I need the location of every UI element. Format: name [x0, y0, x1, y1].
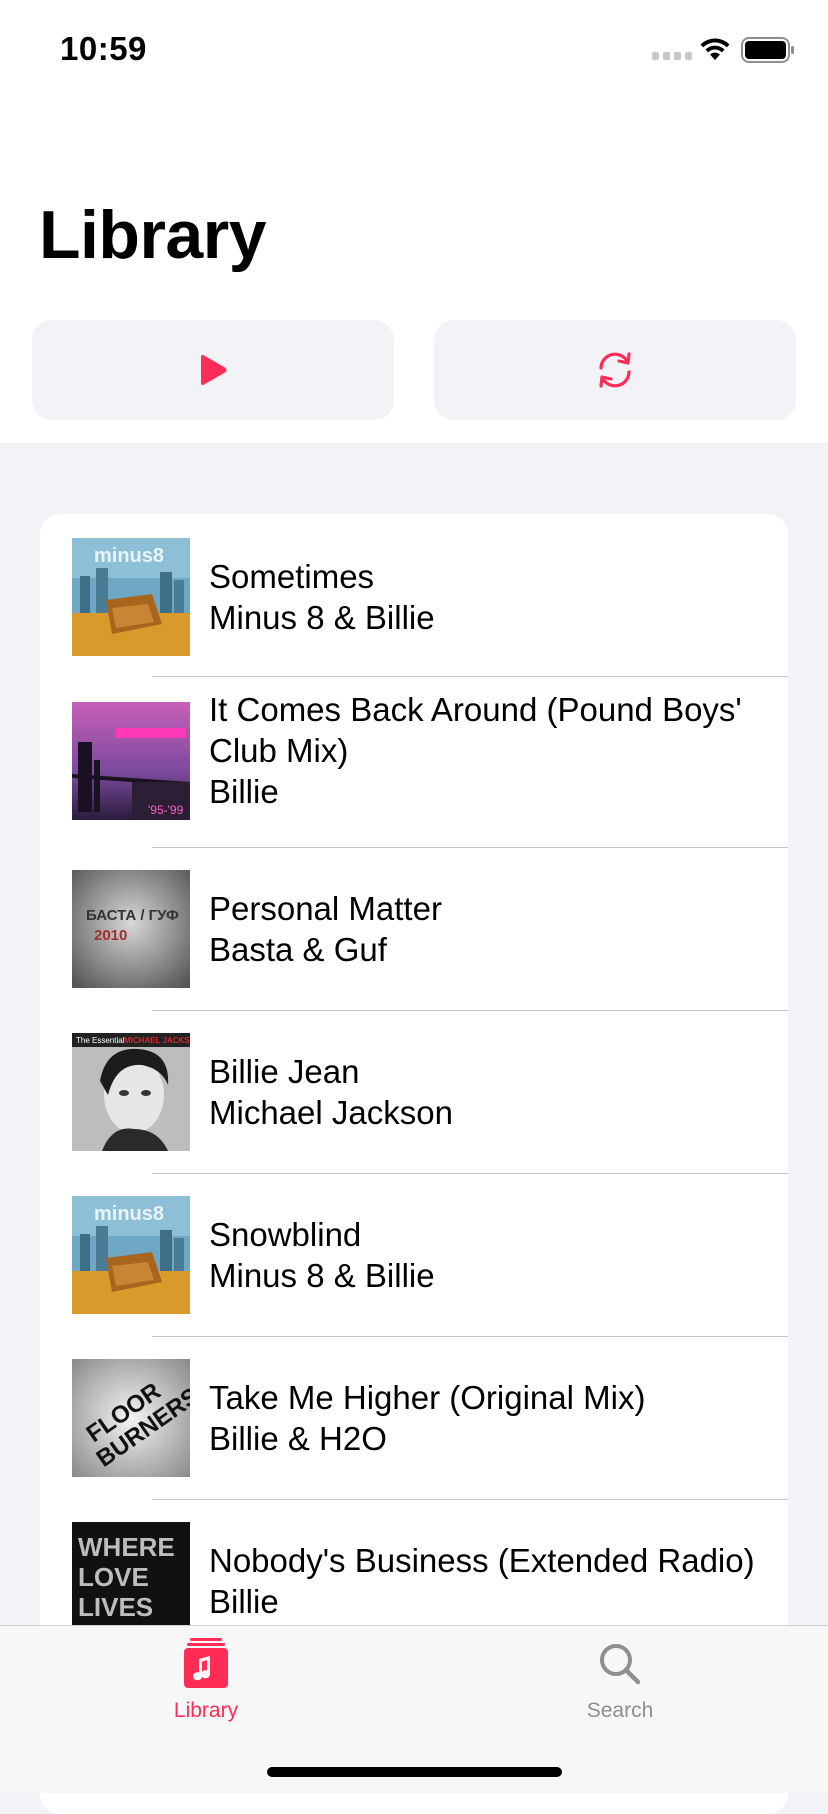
- play-all-button[interactable]: [32, 320, 394, 420]
- album-artwork: minus8: [72, 1196, 190, 1314]
- album-artwork: БАСТА / ГУФ 2010: [72, 870, 190, 988]
- album-artwork: The Essential MICHAEL JACKSON: [72, 1033, 190, 1151]
- svg-text:'95-'99: '95-'99: [148, 803, 184, 817]
- sync-button[interactable]: [434, 320, 796, 420]
- song-row[interactable]: minus8 Snowblind Minus 8 & Billie: [40, 1174, 788, 1337]
- battery-icon: [741, 37, 794, 63]
- svg-text:LIVES: LIVES: [78, 1592, 153, 1622]
- song-artist: Basta & Guf: [209, 931, 387, 968]
- music-library-icon: [184, 1638, 228, 1688]
- svg-text:2010: 2010: [94, 927, 127, 944]
- song-artist: Billie: [209, 773, 279, 810]
- album-artwork: minus8: [72, 538, 190, 656]
- song-list: minus8 Sometimes Minus 8 & Billie '95-'9…: [40, 514, 788, 1814]
- song-row[interactable]: FLOOR BURNERS Take Me Higher (Original M…: [40, 1337, 788, 1500]
- song-title: Nobody's Business (Extended Radio): [209, 1542, 755, 1579]
- tab-library[interactable]: Library: [106, 1638, 306, 1723]
- cellular-signal-icon: [652, 52, 692, 60]
- song-title: It Comes Back Around (Pound Boys' Club M…: [209, 691, 742, 769]
- svg-text:MICHAEL JACKSON: MICHAEL JACKSON: [124, 1036, 190, 1045]
- header-area: 10:59 Library: [0, 0, 828, 443]
- album-artwork: FLOOR BURNERS: [72, 1359, 190, 1477]
- song-title: Personal Matter: [209, 890, 442, 927]
- song-artist: Minus 8 & Billie: [209, 1257, 435, 1294]
- song-title: Sometimes: [209, 558, 375, 595]
- tab-search[interactable]: Search: [520, 1638, 720, 1723]
- svg-text:minus8: minus8: [94, 545, 164, 567]
- song-artist: Michael Jackson: [209, 1094, 453, 1131]
- status-time: 10:59: [60, 30, 147, 67]
- song-title: Billie Jean: [209, 1053, 360, 1090]
- svg-text:БАСТА / ГУФ: БАСТА / ГУФ: [86, 907, 179, 924]
- sync-icon: [599, 352, 631, 388]
- wifi-icon: [700, 38, 730, 60]
- search-icon: [600, 1644, 641, 1685]
- page-title: Library: [39, 197, 267, 273]
- song-row[interactable]: БАСТА / ГУФ 2010 Personal Matter Basta &…: [40, 848, 788, 1011]
- song-row[interactable]: The Essential MICHAEL JACKSON Billie Jea…: [40, 1011, 788, 1174]
- tab-label: Library: [173, 1699, 239, 1722]
- tab-bar: Library Search: [0, 1625, 828, 1793]
- home-indicator: [267, 1767, 562, 1777]
- album-artwork: '95-'99: [72, 702, 190, 820]
- play-icon: [201, 355, 227, 385]
- song-artist: Billie & H2O: [209, 1420, 387, 1457]
- song-row[interactable]: '95-'99 It Comes Back Around (Pound Boys…: [40, 677, 788, 844]
- song-title: Snowblind: [209, 1216, 362, 1253]
- album-artwork: WHERE LOVE LIVES: [72, 1522, 190, 1640]
- status-bar: 10:59: [0, 0, 828, 100]
- svg-text:minus8: minus8: [94, 1203, 164, 1225]
- tab-label: Search: [586, 1699, 654, 1722]
- svg-text:LOVE: LOVE: [78, 1562, 149, 1592]
- svg-text:WHERE: WHERE: [78, 1532, 175, 1562]
- song-artist: Billie: [209, 1583, 279, 1620]
- song-artist: Minus 8 & Billie: [209, 599, 435, 636]
- song-title: Take Me Higher (Original Mix): [209, 1379, 646, 1416]
- svg-text:The Essential: The Essential: [76, 1036, 125, 1045]
- song-row[interactable]: minus8 Sometimes Minus 8 & Billie: [40, 538, 788, 678]
